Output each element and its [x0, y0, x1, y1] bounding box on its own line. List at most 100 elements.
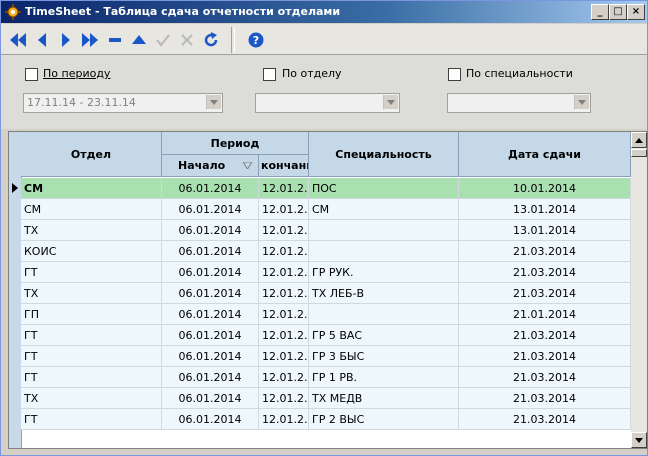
cell-submit-date[interactable]: 21.03.2014	[459, 388, 631, 409]
department-select[interactable]	[255, 93, 400, 113]
specialty-select[interactable]	[447, 93, 591, 113]
cell-department[interactable]: ГТ	[21, 262, 162, 283]
cell-submit-date[interactable]: 13.01.2014	[459, 220, 631, 241]
cell-start[interactable]: 06.01.2014	[162, 409, 259, 430]
cell-department[interactable]: ГТ	[21, 409, 162, 430]
table-row[interactable]: ГП06.01.201412.01.2... 21.01.2014	[21, 304, 631, 325]
cell-end[interactable]: 12.01.2...	[259, 199, 309, 220]
help-button[interactable]: ?	[245, 29, 267, 51]
cell-specialty[interactable]: ГР 5 ВАС	[309, 325, 459, 346]
vertical-scrollbar[interactable]	[631, 132, 647, 448]
cell-end[interactable]: 12.01.2...	[259, 388, 309, 409]
cell-start[interactable]: 06.01.2014	[162, 304, 259, 325]
table-row[interactable]: СМ06.01.201412.01.2...ПОС10.01.2014	[21, 178, 631, 199]
table-row[interactable]: ГТ06.01.201412.01.2...ГР 5 ВАС21.03.2014	[21, 325, 631, 346]
header-start[interactable]: Начало	[162, 155, 259, 177]
cell-specialty[interactable]: ГР 3 БЫС	[309, 346, 459, 367]
specialty-filter-checkbox[interactable]	[448, 68, 461, 81]
title-bar[interactable]: TimeSheet - Таблица сдача отчетности отд…	[1, 1, 647, 23]
cell-specialty[interactable]: ПОС	[309, 178, 459, 199]
cell-specialty[interactable]: ГР РУК.	[309, 262, 459, 283]
next-record-button[interactable]	[55, 29, 77, 51]
cell-start[interactable]: 06.01.2014	[162, 346, 259, 367]
table-row[interactable]: ТХ06.01.201412.01.2...ТХ МЕДВ21.03.2014	[21, 388, 631, 409]
first-record-button[interactable]	[7, 29, 29, 51]
cell-department[interactable]: ТХ	[21, 388, 162, 409]
cell-start[interactable]: 06.01.2014	[162, 283, 259, 304]
cell-department[interactable]: ТХ	[21, 283, 162, 304]
cell-specialty[interactable]	[309, 220, 459, 241]
chevron-down-icon[interactable]	[574, 95, 589, 109]
minimize-button[interactable]: _	[591, 4, 609, 20]
cancel-edit-button[interactable]	[176, 29, 198, 51]
cell-submit-date[interactable]: 21.01.2014	[459, 304, 631, 325]
table-row[interactable]: ГТ06.01.201412.01.2...ГР 1 РВ.21.03.2014	[21, 367, 631, 388]
prior-record-button[interactable]	[31, 29, 53, 51]
cell-specialty[interactable]	[309, 241, 459, 262]
table-row[interactable]: ГТ06.01.201412.01.2...ГР 3 БЫС21.03.2014	[21, 346, 631, 367]
header-end[interactable]: кончани	[259, 155, 309, 177]
close-button[interactable]: ×	[627, 4, 645, 20]
cell-submit-date[interactable]: 21.03.2014	[459, 367, 631, 388]
cell-end[interactable]: 12.01.2...	[259, 262, 309, 283]
post-record-button[interactable]	[152, 29, 174, 51]
cell-department[interactable]: СМ	[21, 178, 162, 199]
cell-end[interactable]: 12.01.2...	[259, 283, 309, 304]
cell-end[interactable]: 12.01.2...	[259, 220, 309, 241]
period-filter-checkbox[interactable]	[25, 68, 38, 81]
cell-specialty[interactable]: ТХ ЛЕБ-В	[309, 283, 459, 304]
table-row[interactable]: ТХ06.01.201412.01.2... 13.01.2014	[21, 220, 631, 241]
cell-end[interactable]: 12.01.2...	[259, 409, 309, 430]
cell-start[interactable]: 06.01.2014	[162, 241, 259, 262]
cell-end[interactable]: 12.01.2...	[259, 304, 309, 325]
table-row[interactable]: ГТ06.01.201412.01.2...ГР РУК.21.03.2014	[21, 262, 631, 283]
cell-start[interactable]: 06.01.2014	[162, 388, 259, 409]
cell-specialty[interactable]	[309, 304, 459, 325]
cell-department[interactable]: ТХ	[21, 220, 162, 241]
department-filter-checkbox[interactable]	[263, 68, 276, 81]
cell-start[interactable]: 06.01.2014	[162, 178, 259, 199]
cell-start[interactable]: 06.01.2014	[162, 262, 259, 283]
cell-submit-date[interactable]: 21.03.2014	[459, 262, 631, 283]
scroll-down-button[interactable]	[631, 432, 647, 448]
cell-end[interactable]: 12.01.2...	[259, 346, 309, 367]
table-row[interactable]: ГТ06.01.201412.01.2...ГР 2 ВЫС21.03.2014	[21, 409, 631, 430]
cell-submit-date[interactable]: 21.03.2014	[459, 325, 631, 346]
cell-department[interactable]: ГП	[21, 304, 162, 325]
chevron-down-icon[interactable]	[206, 95, 221, 109]
refresh-button[interactable]	[200, 29, 222, 51]
table-row[interactable]: ТХ06.01.201412.01.2...ТХ ЛЕБ-В21.03.2014	[21, 283, 631, 304]
cell-end[interactable]: 12.01.2...	[259, 241, 309, 262]
cell-start[interactable]: 06.01.2014	[162, 220, 259, 241]
cell-specialty[interactable]: ГР 2 ВЫС	[309, 409, 459, 430]
cell-submit-date[interactable]: 13.01.2014	[459, 199, 631, 220]
cell-end[interactable]: 12.01.2...	[259, 367, 309, 388]
delete-record-button[interactable]	[104, 29, 126, 51]
cell-start[interactable]: 06.01.2014	[162, 199, 259, 220]
period-select[interactable]: 17.11.14 - 23.11.14	[23, 93, 223, 113]
header-department[interactable]: Отдел	[21, 132, 162, 177]
cell-start[interactable]: 06.01.2014	[162, 367, 259, 388]
table-row[interactable]: СМ06.01.201412.01.2...СМ13.01.2014	[21, 199, 631, 220]
cell-department[interactable]: ГТ	[21, 325, 162, 346]
cell-specialty[interactable]: СМ	[309, 199, 459, 220]
cell-submit-date[interactable]: 21.03.2014	[459, 409, 631, 430]
scroll-thumb[interactable]	[631, 149, 647, 157]
maximize-button[interactable]: □	[609, 4, 627, 20]
cell-submit-date[interactable]: 21.03.2014	[459, 241, 631, 262]
cell-submit-date[interactable]: 10.01.2014	[459, 178, 631, 199]
header-submit-date[interactable]: Дата сдачи	[459, 132, 631, 177]
cell-department[interactable]: ГТ	[21, 346, 162, 367]
cell-end[interactable]: 12.01.2...	[259, 178, 309, 199]
table-row[interactable]: КОИС06.01.201412.01.2... 21.03.2014	[21, 241, 631, 262]
cell-department[interactable]: КОИС	[21, 241, 162, 262]
cell-department[interactable]: СМ	[21, 199, 162, 220]
cell-submit-date[interactable]: 21.03.2014	[459, 283, 631, 304]
cell-start[interactable]: 06.01.2014	[162, 325, 259, 346]
last-record-button[interactable]	[79, 29, 101, 51]
cell-specialty[interactable]: ТХ МЕДВ	[309, 388, 459, 409]
header-specialty[interactable]: Специальность	[309, 132, 459, 177]
cell-department[interactable]: ГТ	[21, 367, 162, 388]
cell-specialty[interactable]: ГР 1 РВ.	[309, 367, 459, 388]
scroll-up-button[interactable]	[631, 132, 647, 148]
